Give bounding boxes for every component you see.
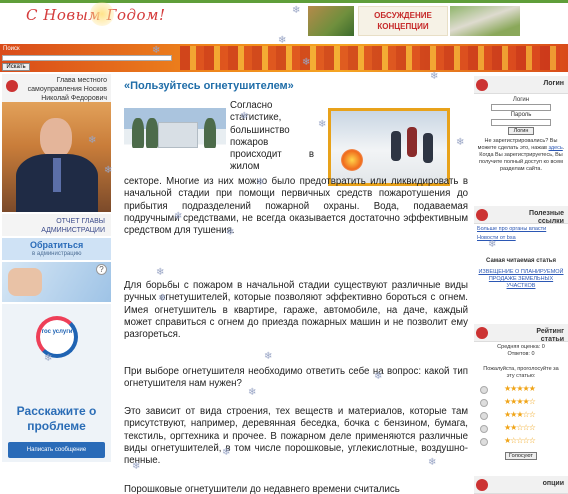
rating-option-2[interactable]: ★★☆☆☆ (474, 423, 568, 436)
links-title: Полезные ссылки (529, 210, 564, 225)
search-label: Поиск (3, 46, 20, 52)
register-note: Не зарегистрировались? Вы можете сделать… (474, 136, 568, 175)
options-box: опции (474, 476, 568, 494)
person-figure-2 (407, 127, 417, 157)
rating-option-1[interactable]: ★☆☆☆☆ (474, 436, 568, 449)
tree-left-2 (146, 118, 158, 148)
register-note-part1: Не зарегистрировались? Вы можете сделать… (477, 138, 558, 151)
rating-option-3[interactable]: ★★★☆☆ (474, 410, 568, 423)
site-header: С Новым Годом! ОБСУЖДЕНИЕ КОНЦЕПЦИИ (0, 0, 568, 40)
head-report-link[interactable]: ОТЧЕТ ГЛАВЫ АДМИНИСТРАЦИИ (2, 214, 111, 236)
article-rating-box: Рейтинг статьи Средняя оценка: 0 Ответов… (474, 324, 568, 474)
gosuslugi-logo: гос услуги (36, 316, 78, 358)
vote-prompt: Пожалуйста, проголосуйте за эту статью: (483, 366, 559, 379)
useful-links-box: Полезные ссылки Больше про органы власти… (474, 206, 568, 252)
register-link[interactable]: здесь (549, 145, 563, 151)
article: «Пользуйтесь огнетушителем» Согласно ста… (122, 72, 472, 494)
login-label: Логин (512, 97, 530, 103)
fire-graphic (341, 149, 363, 171)
most-read-box: Самая читаемая статья ИЗВЕЩЕНИЕ О ПЛАНИР… (474, 256, 568, 318)
search-bar: Поиск Искать (0, 44, 568, 72)
search-button[interactable]: Искать (2, 63, 30, 71)
concept-discussion-banner[interactable]: ОБСУЖДЕНИЕ КОНЦЕПЦИИ (358, 6, 448, 36)
person-figure-1 (391, 131, 401, 161)
stars-4: ★★★★☆ (504, 397, 536, 406)
head-portrait[interactable] (2, 102, 111, 212)
stars-2: ★★☆☆☆ (504, 423, 536, 432)
stars-1: ★☆☆☆☆ (504, 436, 536, 445)
login-title: Логин (543, 80, 564, 87)
rating-option-5[interactable]: ★★★★★ (474, 384, 568, 397)
options-bullet-icon (476, 479, 488, 491)
rating-box-header: Рейтинг статьи (474, 324, 568, 343)
options-box-header: опции (474, 476, 568, 494)
article-paragraph-3: При выборе огнетушителя необходимо ответ… (124, 366, 468, 390)
article-paragraph-2: Для борьбы с пожаром в начальной стадии … (124, 280, 468, 341)
head-title: Глава местного самоуправления Носков Ник… (27, 77, 107, 102)
appeal-title: Обратиться (30, 240, 84, 250)
article-paragraph-4: Это зависит от вида строения, тех вещест… (124, 406, 468, 467)
left-sidebar: Глава местного самоуправления Носков Ник… (0, 72, 113, 494)
article-title: «Пользуйтесь огнетушителем» (124, 80, 294, 92)
vote-button[interactable]: Голосуют (505, 452, 537, 460)
appeal-banner[interactable]: Обратиться в администрацию (2, 238, 111, 260)
header-stripe (0, 0, 568, 3)
login-bullet-icon (476, 79, 488, 91)
most-read-title: Самая читаемая статья (486, 258, 556, 264)
article-paragraph-1: секторе. Многие из них можно было предот… (124, 176, 468, 237)
rating-radio-2[interactable] (480, 425, 488, 433)
rating-radio-1[interactable] (480, 438, 488, 446)
portrait-face (40, 118, 72, 158)
header-photo-2[interactable] (450, 6, 520, 36)
stars-3: ★★★☆☆ (504, 410, 536, 419)
rating-title: Рейтинг статьи (536, 328, 564, 343)
building-photo (124, 108, 226, 160)
votes-count: Ответов: 0 (507, 351, 535, 357)
stars-5: ★★★★★ (504, 384, 536, 393)
article-intro: Согласно статистике, большинство пожаров… (230, 100, 314, 173)
gosuslugi-logo-text: гос услуги (41, 329, 73, 335)
search-input[interactable] (2, 55, 172, 61)
person-figure-3 (423, 133, 433, 163)
article-paragraph-5: Порошковые огнетушители до недавнего вре… (124, 484, 400, 494)
useful-link-2[interactable]: Новости от bsa (474, 235, 568, 244)
phone-banner-image[interactable]: ? (2, 262, 111, 302)
appeal-subtitle: в администрацию (32, 251, 82, 257)
options-title: опции (542, 480, 564, 487)
report-problem-heading: Расскажите о проблеме (16, 404, 97, 433)
login-input[interactable] (491, 104, 551, 111)
rating-radio-5[interactable] (480, 386, 488, 394)
login-button[interactable]: Логин (508, 127, 534, 135)
password-input[interactable] (491, 119, 551, 126)
sun-glow-decoration (90, 2, 114, 26)
links-bullet-icon (476, 209, 488, 221)
help-icon[interactable]: ? (96, 264, 107, 275)
tree-left (132, 118, 144, 148)
rating-bullet-icon (476, 327, 488, 339)
password-label: Пароль (510, 112, 532, 118)
most-read-link[interactable]: ИЗВЕЩЕНИЕ О ПЛАНИРУЕМОЙ ПРОДАЖЕ ЗЕМЕЛЬНЫ… (474, 267, 568, 292)
header-photo-1[interactable] (308, 6, 354, 36)
rating-radio-4[interactable] (480, 399, 488, 407)
login-box-header: Логин (474, 76, 568, 94)
rating-option-4[interactable]: ★★★★☆ (474, 397, 568, 410)
login-box: Логин Логин Пароль Логин Не зарегистриро… (474, 76, 568, 192)
right-sidebar: Логин Логин Пароль Логин Не зарегистриро… (474, 72, 568, 494)
ornament-strip (180, 46, 560, 70)
links-box-header: Полезные ссылки (474, 206, 568, 225)
fire-training-photo (328, 108, 450, 186)
hand-phone-graphic (8, 268, 42, 296)
rating-radio-3[interactable] (480, 412, 488, 420)
portrait-tie (53, 158, 61, 192)
tree-right (204, 118, 216, 148)
gosuslugi-widget: гос услуги Расскажите о проблеме Написат… (2, 304, 111, 462)
building-shape (158, 122, 198, 148)
head-of-administration-block: Глава местного самоуправления Носков Ник… (2, 74, 111, 102)
write-message-button[interactable]: Написать сообщение (8, 442, 105, 458)
